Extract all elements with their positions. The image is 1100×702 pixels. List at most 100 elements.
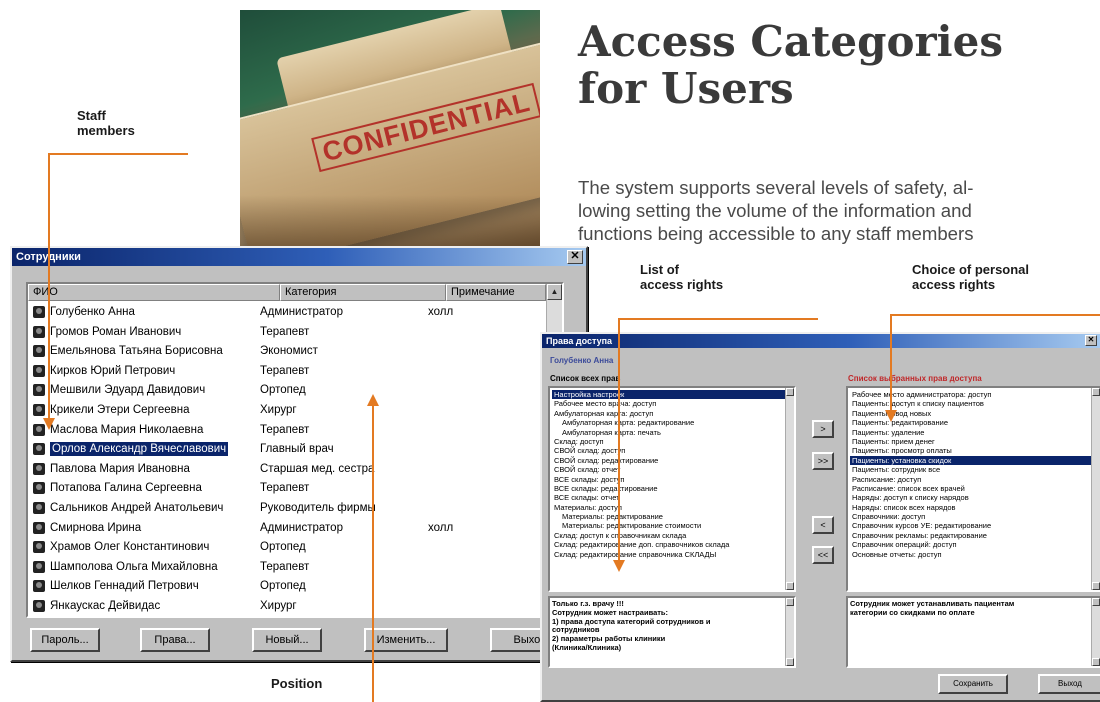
staff-name-text: Храмов Олег Константинович [50,541,210,554]
list-item[interactable]: ВСЕ склады: доступ [552,475,792,484]
list-item[interactable]: Пациенты: сотрудник все [850,465,1098,474]
list-item[interactable]: Склад: доступ к справочникам склада [552,531,792,540]
list-item[interactable]: Расписание: список всех врачей [850,484,1098,493]
add-right-button[interactable]: > [812,420,834,438]
scroll-up-icon[interactable]: ▲ [547,284,562,300]
list-item[interactable]: Пациенты: прием денег [850,437,1098,446]
table-row[interactable]: Павлова Мария Ивановна Старшая мед. сестр… [28,459,533,479]
list-item[interactable]: СВОЙ склад: доступ [552,446,792,455]
staff-note: холл [428,306,454,318]
add-all-rights-button[interactable]: >> [812,452,834,470]
remove-right-button[interactable]: < [812,516,834,534]
staff-list[interactable]: ФИО Категория Примечание ▲ Голубенко Анн… [26,282,564,618]
table-row[interactable]: Шамполова Ольга Михайловна Терапевт [28,557,533,577]
staff-name: Крикели Этери Сергеевна [50,400,190,420]
list-item[interactable]: Пациенты: доступ к списку пациентов [850,399,1098,408]
all-rights-scrollbar[interactable] [785,388,794,590]
scroll-down[interactable] [786,658,794,666]
table-row[interactable]: Крикели Этери Сергеевна Хирург [28,400,533,420]
callout-line: access rights [912,277,996,292]
table-row[interactable]: Янкаускас Дейвидас Хирург [28,596,533,616]
list-item[interactable]: Пациенты: редактирование [850,418,1098,427]
lead-line: The system supports several levels of sa… [578,177,974,198]
table-row[interactable]: Смирнова Ирина Администратор холл [28,518,533,538]
lead-line: lowing setting the volume of the informa… [578,200,972,221]
left-note-scrollbar[interactable] [785,598,794,666]
staff-name: Павлова Мария Ивановна [50,459,190,479]
table-row[interactable]: Громов Роман Иванович Терапевт [28,322,533,342]
scroll-down[interactable] [1092,658,1100,666]
callout-line: members [77,123,135,138]
right-note-scrollbar[interactable] [1091,598,1100,666]
column-header-note[interactable]: Примечание [446,284,546,301]
scroll-down[interactable] [786,582,794,590]
table-row[interactable]: Сальников Андрей Анатольевич Руководитель… [28,498,533,518]
table-row[interactable]: Шелков Геннадий Петрович Ортопед [28,576,533,596]
list-item[interactable]: Амбулаторная карта: доступ [552,409,792,418]
close-button[interactable]: ✕ [567,250,583,264]
table-row[interactable]: Потапова Галина Сергеевна Терапевт [28,478,533,498]
table-row[interactable]: Храмов Олег Константинович Ортопед [28,537,533,557]
selected-rights-list[interactable]: Рабочее место администратора: доступ Паци… [846,386,1100,592]
access-exit-button[interactable]: Выход [1038,674,1100,694]
list-item[interactable]: Настройка настроек [552,390,792,400]
close-button[interactable]: ✕ [1085,335,1097,346]
list-item[interactable]: Справочник курсов УЕ: редактирование [850,521,1098,530]
new-button[interactable]: Новый... [252,628,322,652]
left-note-box[interactable]: Только г.з. врачу !!! Сотрудник может нас… [548,596,796,668]
list-item[interactable]: Расписание: доступ [850,475,1098,484]
scroll-up[interactable] [1092,598,1100,606]
table-row[interactable]: Мешвили Эдуард Давидович Ортопед [28,380,533,400]
scroll-up[interactable] [786,598,794,606]
table-row[interactable]: Кирков Юрий Петрович Терапевт [28,361,533,381]
callout-line: List of [640,262,679,277]
list-item[interactable]: Пациенты: установка скидок [850,455,1098,466]
column-header-category[interactable]: Категория [280,284,446,301]
list-item[interactable]: Справочники: доступ [850,512,1098,521]
list-item[interactable]: Склад: редактирование доп. справочников … [552,540,792,549]
list-item[interactable]: Амбулаторная карта: печать [552,428,792,437]
callout-line-choice-v [890,314,892,416]
list-item[interactable]: Пациенты: просмотр оплаты [850,446,1098,455]
list-item[interactable]: СВОЙ склад: редактирование [552,456,792,465]
list-item[interactable]: СВОЙ склад: отчет [552,465,792,474]
staff-category: Ортопед [260,541,306,554]
list-item[interactable]: Основные отчеты: доступ [850,550,1098,559]
right-note-box[interactable]: Сотрудник может устанавливать пациентам к… [846,596,1100,668]
rights-button[interactable]: Права... [140,628,210,652]
table-row[interactable]: Емельянова Татьяна Борисовна Экономист [28,341,533,361]
list-item[interactable]: Склад: доступ [552,437,792,446]
scroll-up[interactable] [786,388,794,396]
list-item[interactable]: Материалы: доступ [552,503,792,512]
list-item[interactable]: Пациенты: удаление [850,428,1098,437]
list-item[interactable]: Справочник операций: доступ [850,540,1098,549]
list-item[interactable]: Наряды: доступ к списку нарядов [850,493,1098,502]
selected-rights-scrollbar[interactable] [1091,388,1100,590]
list-item[interactable]: Рабочее место администратора: доступ [850,390,1098,399]
save-button[interactable]: Сохранить [938,674,1008,694]
list-item[interactable]: ВСЕ склады: редактирование [552,484,792,493]
scroll-up[interactable] [1092,388,1100,396]
list-item[interactable]: Рабочее место врача: доступ [552,399,792,408]
person-icon [33,384,45,397]
list-item[interactable]: Наряды: список всех нарядов [850,503,1098,512]
list-item[interactable]: Материалы: редактирование стоимости [552,521,792,530]
list-item[interactable]: Справочник рекламы: редактирование [850,531,1098,540]
list-item[interactable]: Материалы: редактирование [552,512,792,521]
person-icon [33,482,45,495]
selected-rights-items: Рабочее место администратора: доступ Паци… [850,390,1098,559]
list-item[interactable]: Склад: редактирование справочника СКЛАДЫ [552,550,792,559]
all-rights-list[interactable]: Настройка настроек Рабочее место врача: д… [548,386,796,592]
column-header-name[interactable]: ФИО [28,284,280,301]
list-item[interactable]: ВСЕ склады: отчет [552,493,792,502]
password-button[interactable]: Пароль... [30,628,100,652]
table-row[interactable]: Голубенко Анна Администратор холл [28,302,533,322]
remove-all-rights-button[interactable]: << [812,546,834,564]
edit-button[interactable]: Изменить... [364,628,448,652]
scroll-down[interactable] [1092,582,1100,590]
table-row[interactable]: Маслова Мария Николаевна Терапевт [28,420,533,440]
table-row[interactable]: Орлов Александр Вячеславович Главный врач [28,439,533,459]
list-item[interactable]: Амбулаторная карта: редактирование [552,418,792,427]
all-rights-heading: Список всех прав [550,374,621,383]
list-item[interactable]: Пациенты: ввод новых [850,409,1098,418]
